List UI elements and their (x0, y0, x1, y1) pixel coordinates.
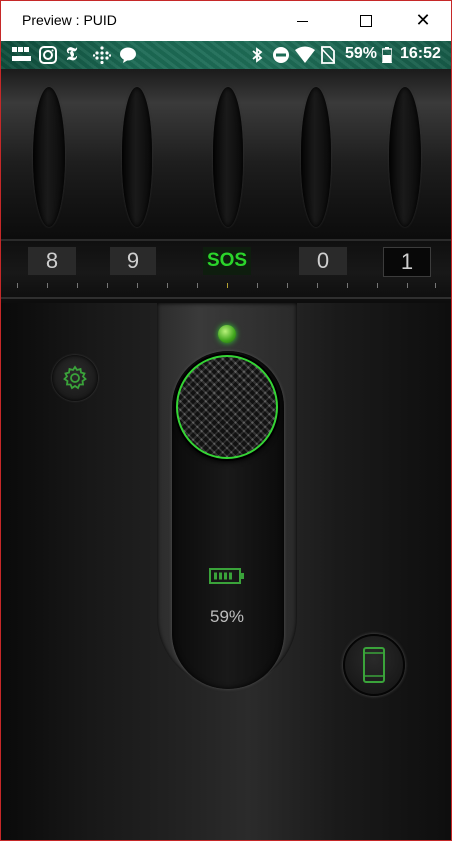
wifi-icon (295, 46, 315, 69)
power-knob[interactable] (176, 355, 278, 459)
mode-dial[interactable] (1, 69, 451, 239)
maximize-button[interactable] (341, 1, 391, 41)
do-not-disturb-icon (272, 46, 290, 69)
minimize-icon (296, 20, 308, 22)
gear-icon (63, 365, 87, 390)
minimize-button[interactable] (277, 1, 327, 41)
mode-selector[interactable]: 8 9 SOS 0 1 (1, 239, 451, 305)
dots-grid-icon (92, 46, 112, 69)
screen-light-button[interactable] (343, 634, 405, 696)
phone-icon (363, 647, 385, 683)
maximize-icon (360, 15, 372, 27)
close-icon: ✕ (415, 10, 431, 31)
dial-slot (213, 87, 243, 227)
battery-level-icon (209, 566, 245, 591)
dial-slot (33, 87, 65, 227)
flashlight-body: 59% (1, 303, 451, 840)
no-sim-icon (320, 46, 336, 69)
mode-item-sos[interactable]: SOS (203, 247, 251, 275)
divider (1, 297, 451, 299)
mode-item-selected[interactable]: 1 (383, 247, 431, 277)
instagram-icon (39, 46, 57, 69)
dial-scale (17, 283, 437, 289)
bbc-news-icon (12, 47, 32, 68)
nyt-icon: 𝕿 (66, 44, 78, 64)
window-title: Preview : PUID (22, 12, 117, 28)
title-bar: Preview : PUID ✕ (1, 1, 451, 41)
mode-item[interactable]: 8 (28, 247, 76, 275)
close-button[interactable]: ✕ (398, 1, 448, 41)
status-battery-percent: 59% (345, 45, 378, 62)
dial-slot (389, 87, 421, 227)
dial-slot (301, 87, 331, 227)
battery-level-text: 59% (209, 607, 245, 626)
battery-icon (381, 47, 393, 68)
settings-button[interactable] (52, 355, 98, 401)
chat-bubble-icon (119, 46, 137, 69)
bluetooth-icon (251, 46, 263, 69)
dial-slot (122, 87, 152, 227)
status-time: 16:52 (400, 45, 441, 62)
status-bar: 𝕿 59% 16:52 (1, 41, 451, 69)
status-led (218, 325, 236, 343)
mode-item[interactable]: 9 (110, 247, 156, 275)
app-window: Preview : PUID ✕ 𝕿 59% 16:52 8 9 SOS 0 1… (0, 0, 452, 841)
mode-item[interactable]: 0 (299, 247, 347, 275)
